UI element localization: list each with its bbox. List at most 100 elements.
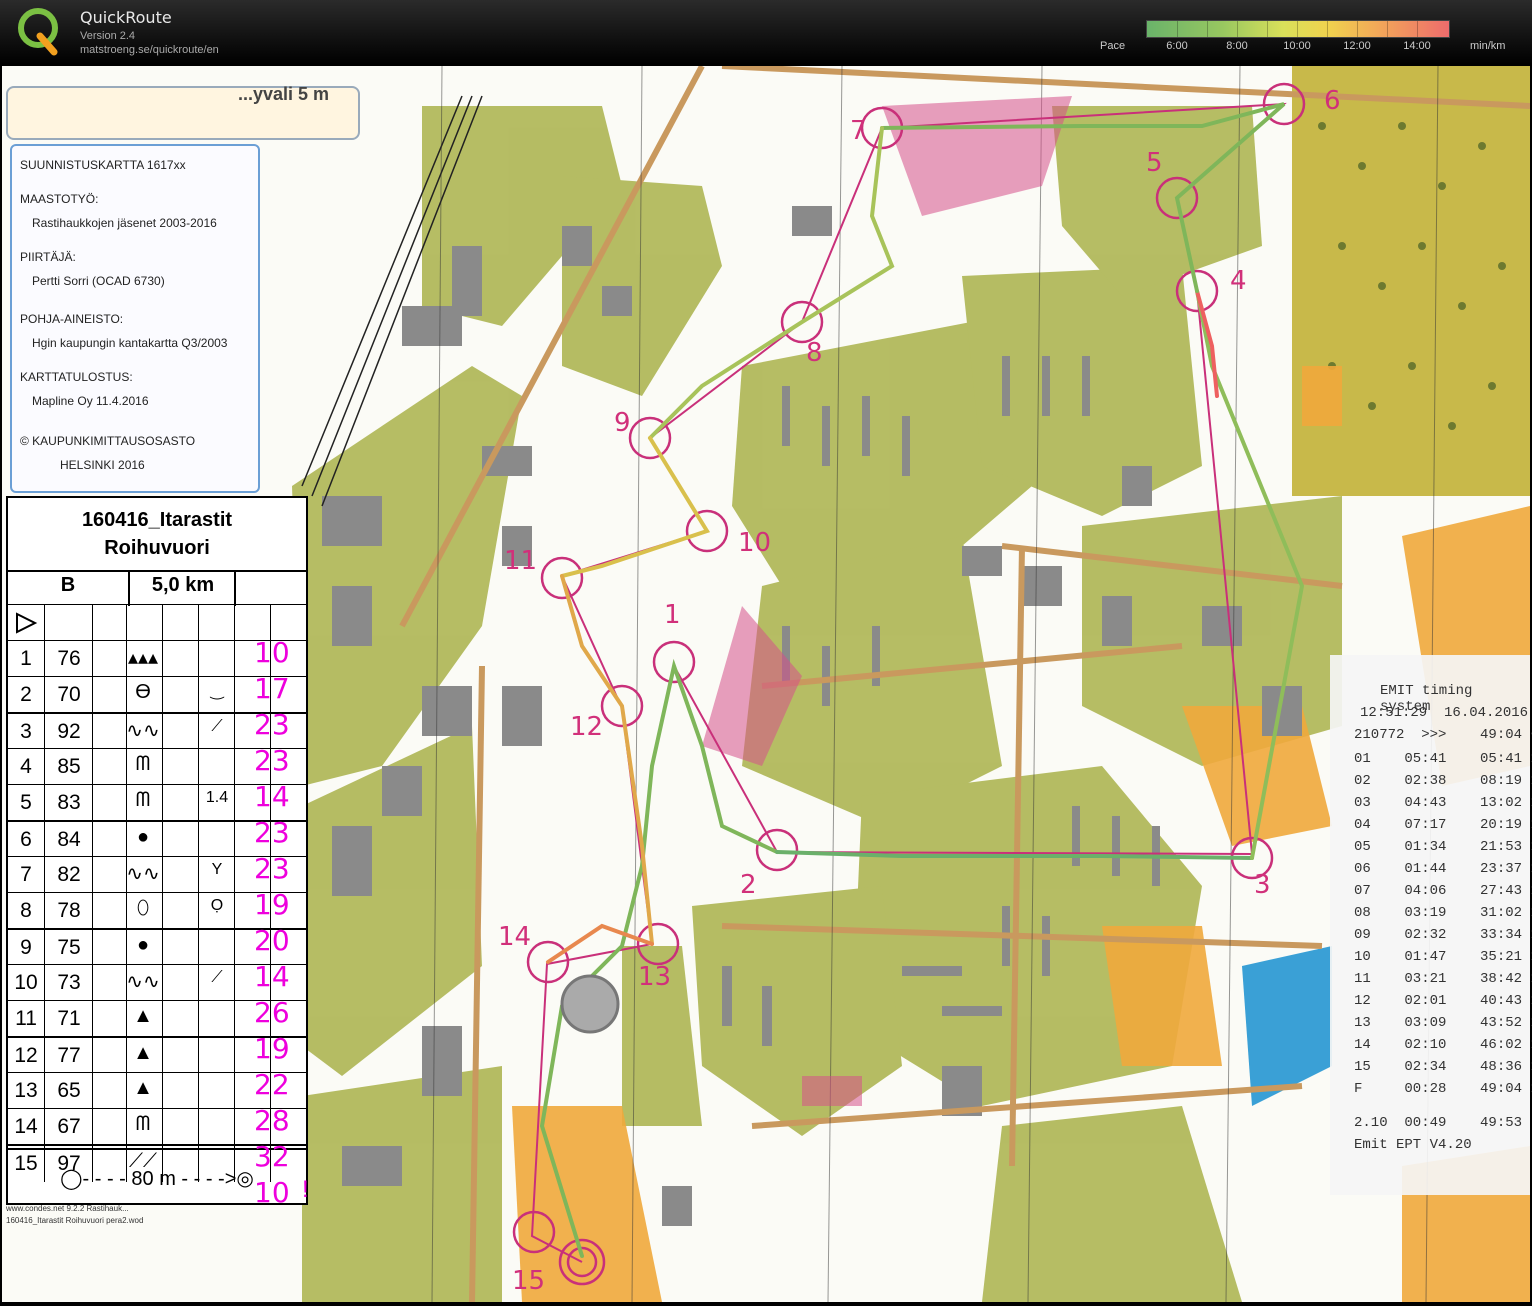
control-number: 13 — [638, 962, 672, 992]
feature-symbol-icon: ▲ — [133, 1042, 153, 1064]
control-number: 10 — [738, 528, 772, 558]
split-time-label: 20 — [254, 924, 290, 957]
event-name: 160416_Itarastit — [81, 509, 233, 531]
control-code: 67 — [57, 1115, 81, 1138]
control-seq: 1 — [20, 647, 32, 670]
pace-unit: min/km — [1470, 40, 1506, 52]
split-mark: ! — [302, 1176, 309, 1203]
control-seq: 2 — [20, 683, 32, 706]
split-time-label: 17 — [254, 672, 290, 705]
control-seq: 5 — [20, 791, 32, 814]
pace-tick: 10:00 — [1283, 40, 1311, 52]
control-number: 12 — [570, 712, 604, 742]
control-code: 77 — [57, 1044, 81, 1067]
control-code: 82 — [57, 863, 81, 886]
detail-symbol: Ọ — [210, 897, 224, 914]
info-line: SUUNNISTUSKARTTA 1617xx — [20, 158, 186, 172]
control-number: 15 — [512, 1266, 546, 1296]
emit-footer: Emit EPT V4.20 — [1354, 1137, 1472, 1153]
control-number: 3 — [1254, 870, 1271, 900]
feature-symbol-icon: ϴ — [135, 681, 151, 703]
split-time-label: 32 — [254, 1140, 290, 1173]
app-url[interactable]: matstroeng.se/quickroute/en — [80, 44, 219, 56]
credit-line: 160416_Itarastit Roihuvuori pera2.wod — [6, 1216, 144, 1225]
control-seq: 9 — [20, 936, 32, 959]
control-seq: 11 — [15, 1007, 37, 1030]
control-code: 70 — [57, 683, 81, 706]
feature-symbol-icon: ⬯ — [136, 897, 150, 919]
emit-split-line: 05 01:34 21:53 164 — [1354, 839, 1532, 855]
control-number: 9 — [614, 408, 631, 438]
emit-date: 12:51:29 16.04.2016 — [1360, 705, 1529, 721]
control-code: 76 — [57, 647, 81, 670]
control-number: 6 — [1324, 86, 1341, 116]
control-code: 78 — [57, 899, 81, 922]
feature-symbol-icon: ● — [136, 826, 150, 848]
control-code: 71 — [57, 1007, 81, 1030]
control-code: 84 — [57, 828, 81, 851]
detail-symbol: 1.4 — [205, 789, 229, 806]
event-venue: Roihuvuori — [104, 537, 210, 559]
control-seq: 3 — [20, 720, 32, 743]
split-time-label: 28 — [254, 1104, 290, 1137]
emit-split-line: 11 03:21 38:42 152 — [1354, 971, 1532, 987]
app-header: QuickRoute Version 2.4 matstroeng.se/qui… — [0, 0, 1532, 64]
feature-symbol-icon: ▴▴▴ — [127, 647, 159, 669]
feature-symbol-icon: ▲ — [133, 1005, 153, 1027]
control-number: 1 — [664, 600, 681, 630]
quickroute-logo-icon — [18, 8, 58, 56]
split-time-label: 23 — [254, 852, 290, 885]
start-triangle-icon — [16, 612, 38, 634]
emit-split-line: 02 02:38 08:19 122 — [1354, 773, 1532, 789]
emit-split-line: 07 04:06 27:43 163 — [1354, 883, 1532, 899]
pace-tick: 6:00 — [1166, 40, 1188, 52]
control-seq: 12 — [14, 1044, 38, 1067]
control-number: 4 — [1230, 266, 1247, 296]
control-seq: 8 — [20, 899, 32, 922]
control-seq: 7 — [20, 863, 32, 886]
info-line: POHJA-AINEISTO: — [20, 312, 124, 326]
course-length: 5,0 km — [151, 574, 215, 596]
feature-symbol-icon: ▲ — [133, 1077, 153, 1099]
feature-symbol-icon: ∿∿ — [126, 863, 160, 885]
control-code: 85 — [57, 755, 81, 778]
control-code: 83 — [57, 791, 81, 814]
control-code: 75 — [57, 936, 81, 959]
info-line: KARTTATULOSTUS: — [20, 370, 133, 384]
control-seq: 6 — [20, 828, 32, 851]
control-seq: 13 — [14, 1079, 38, 1102]
control-seq: 14 — [14, 1115, 38, 1138]
control-number: 11 — [504, 546, 538, 576]
control-number: 8 — [806, 338, 823, 368]
control-number: 7 — [850, 116, 867, 146]
emit-split-line: 01 05:41 05:41 157 — [1354, 751, 1532, 767]
split-time-label: 22 — [254, 1068, 290, 1101]
map-scale-note: ...yvali 5 m — [6, 84, 360, 140]
info-line: Mapline Oy 11.4.2016 — [32, 394, 149, 408]
detail-symbol: ⟋ — [211, 718, 223, 735]
emit-split-line: 14 02:10 46:02 150 — [1354, 1037, 1532, 1053]
feature-symbol-icon: ● — [136, 934, 150, 956]
feature-symbol-icon: ∿∿ — [126, 720, 160, 742]
emit-split-line: 08 03:19 31:02 133 — [1354, 905, 1532, 921]
control-number: 2 — [740, 870, 757, 900]
split-time-label: 19 — [254, 1032, 290, 1065]
event-title: 160416_Itarastit Roihuvuori — [8, 506, 306, 562]
info-line: © KAUPUNKIMITTAUSOSASTO — [20, 434, 196, 448]
feature-symbol-icon: ∿∿ — [126, 971, 160, 993]
info-line: PIIRTÄJÄ: — [20, 250, 76, 264]
app-name: QuickRoute — [80, 8, 172, 27]
control-seq: 4 — [20, 755, 32, 778]
pace-tick: 8:00 — [1226, 40, 1248, 52]
control-code: 65 — [57, 1079, 81, 1102]
feature-symbol-icon: ᗰ — [135, 789, 151, 811]
control-code: 92 — [57, 720, 81, 743]
emit-id: 210772 >>> 49:04 <<< — [1354, 727, 1532, 743]
detail-symbol: Y — [211, 861, 223, 878]
info-line: MAASTOTYÖ: — [20, 192, 99, 206]
split-time-label: 23 — [254, 708, 290, 741]
split-time-label: 26 — [254, 996, 290, 1029]
app-version: Version 2.4 — [80, 30, 136, 42]
control-number: 14 — [498, 922, 532, 952]
split-time-label: 19 — [254, 888, 290, 921]
